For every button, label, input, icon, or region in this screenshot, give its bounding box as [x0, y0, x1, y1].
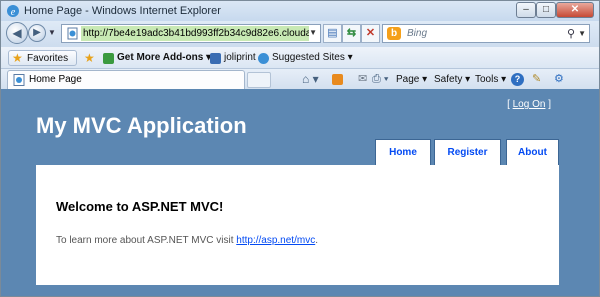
ie-logo-icon: e	[7, 5, 19, 18]
tab-label: Home Page	[29, 74, 82, 85]
home-icon[interactable]: ⌂ ▾	[302, 72, 319, 87]
search-placeholder[interactable]: Bing	[407, 28, 427, 39]
page-heading: Welcome to ASP.NET MVC!	[56, 199, 224, 214]
login-bracket-open: [	[507, 99, 510, 110]
favorites-label: Favorites	[27, 53, 69, 64]
asp-net-mvc-link[interactable]: http://asp.net/mvc	[236, 235, 315, 246]
svg-text:e: e	[11, 7, 16, 18]
menu-tab-register[interactable]: Register	[434, 139, 501, 165]
suggested-sites-icon	[258, 53, 269, 64]
close-button[interactable]: ✕	[556, 2, 594, 18]
refresh-icon: ⇆	[346, 27, 357, 39]
favorites-button[interactable]: ★ Favorites	[8, 50, 78, 66]
search-icon[interactable]: ⚲	[567, 27, 575, 40]
research-icon[interactable]: ✎	[532, 72, 541, 87]
favorites-star-icon: ★	[12, 51, 23, 65]
favorite-joliprint[interactable]: joliprint	[210, 50, 256, 66]
intro-text-body: To learn more about ASP.NET MVC visit	[56, 235, 237, 246]
favorite-label: Suggested Sites	[272, 52, 345, 63]
maximize-button[interactable]: □	[536, 2, 556, 18]
favorite-label: joliprint	[224, 52, 256, 63]
dropdown-arrow-icon: ▾	[347, 52, 353, 63]
back-arrow-icon: ◀	[12, 26, 22, 40]
page-menu[interactable]: Page ▾	[396, 72, 427, 87]
compatibility-view-button[interactable]: ▤	[323, 24, 342, 43]
search-options-dropdown-icon[interactable]: ▼	[578, 29, 586, 38]
address-row: ◀ ▶ ▼ http://7be4e19adc3b41bd993ff2b34c9…	[1, 21, 599, 47]
browser-window: e Home Page - Windows Internet Explorer …	[0, 0, 600, 297]
joliprint-icon	[210, 53, 221, 64]
print-icon[interactable]: ⎙ ▾	[372, 72, 388, 87]
favorite-suggested-sites[interactable]: Suggested Sites ▾	[258, 50, 353, 66]
bing-icon: b	[387, 27, 401, 40]
login-bracket-close: ]	[548, 99, 551, 110]
site-title: My MVC Application	[36, 113, 247, 138]
command-row: Home Page ⌂ ▾ ✉ ⎙ ▾ Page ▾ Safety ▾ Tool…	[1, 69, 599, 89]
stop-button[interactable]: ✕	[361, 24, 380, 43]
address-bar[interactable]: http://7be4e19adc3b41bd993ff2b34c9d82e6.…	[61, 24, 321, 43]
new-tab-button[interactable]	[247, 72, 271, 88]
add-to-favorites-bar-icon[interactable]: ★	[84, 50, 100, 66]
menu-tab-about[interactable]: About	[506, 139, 559, 165]
feeds-icon[interactable]	[332, 74, 343, 85]
address-dropdown-icon[interactable]: ▼	[309, 28, 317, 37]
compatibility-view-icon: ▤	[327, 27, 338, 39]
refresh-button[interactable]: ⇆	[342, 24, 361, 43]
safety-menu[interactable]: Safety ▾	[434, 72, 470, 87]
login-area: [ Log On ]	[507, 99, 551, 110]
intro-text: To learn more about ASP.NET MVC visit ht…	[56, 235, 318, 246]
favorite-get-more-addons[interactable]: Get More Add-ons ▾	[103, 50, 211, 66]
favorite-label: Get More Add-ons	[117, 52, 204, 63]
intro-text-end: .	[315, 235, 318, 246]
page-icon	[67, 27, 78, 40]
tab-home-page[interactable]: Home Page	[7, 70, 245, 89]
back-button[interactable]: ◀	[6, 22, 28, 44]
main-panel: Welcome to ASP.NET MVC! To learn more ab…	[36, 165, 559, 285]
page-content: [ Log On ] My MVC Application Home Regis…	[1, 89, 599, 296]
search-bar[interactable]: b Bing ⚲ ▼	[382, 24, 590, 43]
title-bar: e Home Page - Windows Internet Explorer …	[1, 1, 599, 21]
stop-icon: ✕	[365, 27, 376, 39]
log-on-link[interactable]: Log On	[513, 99, 546, 110]
url-field[interactable]: http://7be4e19adc3b41bd993ff2b34c9d82e6.…	[81, 26, 309, 41]
forward-arrow-icon: ▶	[33, 27, 41, 38]
mail-icon[interactable]: ✉	[358, 72, 367, 87]
forward-button[interactable]: ▶	[28, 24, 46, 42]
favorites-bar: ★ Favorites ★ Get More Add-ons ▾ jolipri…	[1, 47, 599, 69]
page-icon	[13, 74, 25, 86]
help-icon[interactable]: ?	[511, 73, 524, 86]
window-title: Home Page - Windows Internet Explorer	[24, 5, 221, 17]
extensions-icon[interactable]: ⚙	[554, 72, 564, 87]
recent-pages-dropdown-icon[interactable]: ▼	[48, 28, 56, 37]
tools-menu[interactable]: Tools ▾	[475, 72, 506, 87]
addons-icon	[103, 53, 114, 64]
minimize-button[interactable]: –	[516, 2, 536, 18]
menu-tab-home[interactable]: Home	[375, 139, 431, 165]
